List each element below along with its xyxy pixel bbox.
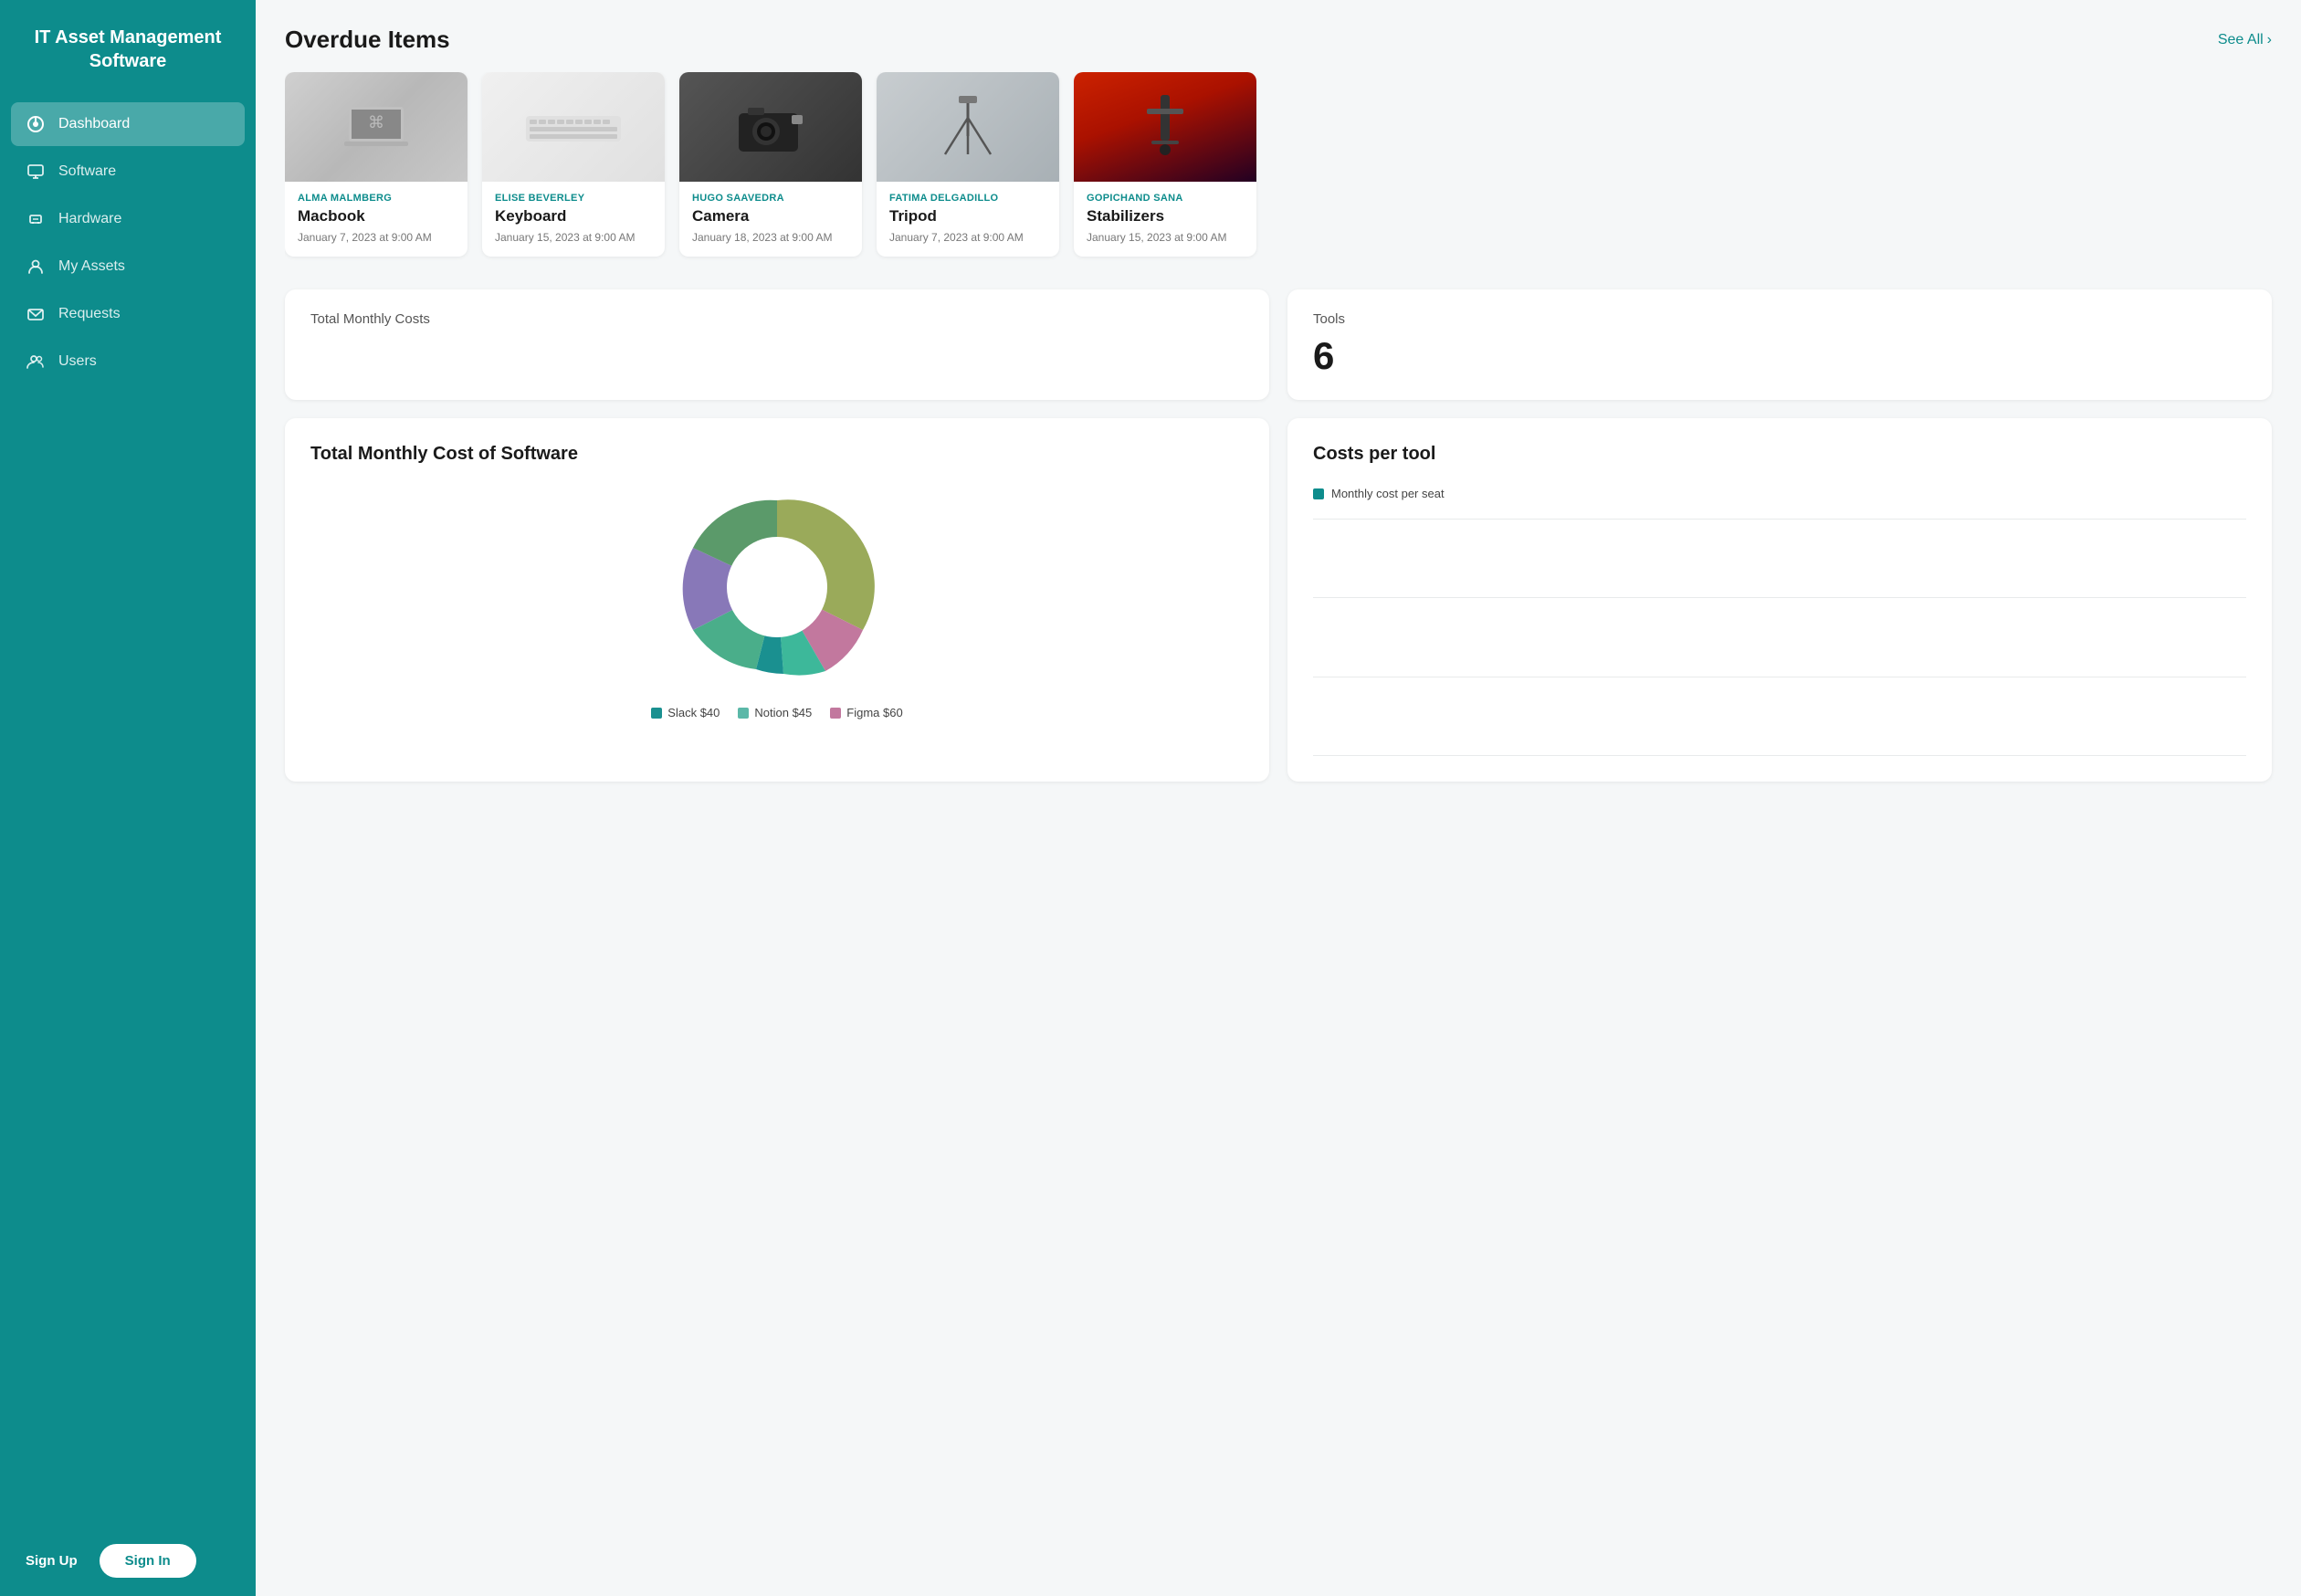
keyboard-owner: ELISE BEVERLEY [495, 193, 652, 204]
svg-text:⌘: ⌘ [368, 113, 384, 131]
signup-button[interactable]: Sign Up [15, 1546, 89, 1576]
bar-chart-legend: Monthly cost per seat [1313, 487, 2246, 500]
stabilizer-name: Stabilizers [1087, 207, 1244, 226]
keyboard-image [482, 72, 665, 182]
slack-color-dot [651, 708, 662, 719]
sidebar-item-software[interactable]: Software [11, 150, 245, 194]
overdue-card-camera[interactable]: HUGO SAAVEDRA Camera January 18, 2023 at… [679, 72, 862, 257]
monthly-costs-label: Total Monthly Costs [310, 311, 1244, 327]
sidebar-label-hardware: Hardware [58, 211, 121, 227]
main-content: Overdue Items See All › ⌘ ALMA MALMBERG … [256, 0, 2301, 1596]
person-icon [26, 257, 46, 277]
sidebar-label-my-assets: My Assets [58, 258, 125, 275]
notion-legend-label: Notion $45 [754, 706, 812, 719]
overdue-card-macbook[interactable]: ⌘ ALMA MALMBERG Macbook January 7, 2023 … [285, 72, 468, 257]
stabilizer-owner: GOPICHAND SANA [1087, 193, 1244, 204]
legend-figma: Figma $60 [830, 706, 902, 719]
donut-chart [310, 487, 1244, 688]
sidebar-item-requests[interactable]: Requests [11, 292, 245, 336]
grid-line-2 [1313, 597, 2246, 598]
tripod-name: Tripod [889, 207, 1046, 226]
overdue-cards-container: ⌘ ALMA MALMBERG Macbook January 7, 2023 … [285, 72, 2272, 264]
sidebar-item-users[interactable]: Users [11, 340, 245, 383]
keyboard-card-body: ELISE BEVERLEY Keyboard January 15, 2023… [482, 182, 665, 257]
monitor-icon [26, 162, 46, 182]
camera-date: January 18, 2023 at 9:00 AM [692, 231, 849, 244]
sidebar-item-dashboard[interactable]: Dashboard [11, 102, 245, 146]
macbook-image: ⌘ [285, 72, 468, 182]
sidebar-footer: Sign Up Sign In [0, 1526, 256, 1596]
camera-name: Camera [692, 207, 849, 226]
tools-value: 6 [1313, 334, 2246, 378]
overdue-card-tripod[interactable]: FATIMA DELGADILLO Tripod January 7, 2023… [877, 72, 1059, 257]
stabilizer-date: January 15, 2023 at 9:00 AM [1087, 231, 1244, 244]
sidebar-label-requests: Requests [58, 306, 121, 322]
figma-legend-label: Figma $60 [846, 706, 902, 719]
software-chart-title: Total Monthly Cost of Software [310, 444, 1244, 465]
signin-button[interactable]: Sign In [100, 1544, 196, 1578]
app-title: IT Asset Management Software [0, 0, 256, 95]
keyboard-date: January 15, 2023 at 9:00 AM [495, 231, 652, 244]
dashboard-icon [26, 114, 46, 134]
tripod-card-body: FATIMA DELGADILLO Tripod January 7, 2023… [877, 182, 1059, 257]
notion-color-dot [738, 708, 749, 719]
grid-line-4 [1313, 755, 2246, 756]
overdue-card-stabilizers[interactable]: GOPICHAND SANA Stabilizers January 15, 2… [1074, 72, 1256, 257]
tripod-owner: FATIMA DELGADILLO [889, 193, 1046, 204]
slack-legend-label: Slack $40 [667, 706, 720, 719]
macbook-owner: ALMA MALMBERG [298, 193, 455, 204]
widget-tools: Tools 6 [1287, 289, 2272, 400]
tools-label: Tools [1313, 311, 2246, 327]
sidebar-nav: Dashboard Software [0, 95, 256, 1526]
sidebar-item-my-assets[interactable]: My Assets [11, 245, 245, 289]
bar-chart-area [1313, 519, 2246, 756]
camera-owner: HUGO SAAVEDRA [692, 193, 849, 204]
costs-per-tool-chart-card: Costs per tool Monthly cost per seat [1287, 418, 2272, 782]
stabilizer-card-body: GOPICHAND SANA Stabilizers January 15, 2… [1074, 182, 1256, 257]
mail-icon [26, 304, 46, 324]
donut-legend: Slack $40 Notion $45 Figma $60 [310, 706, 1244, 719]
bar-grid-lines [1313, 519, 2246, 756]
software-cost-chart-card: Total Monthly Cost of Software [285, 418, 1269, 782]
grid-line-1 [1313, 519, 2246, 520]
sidebar-label-users: Users [58, 353, 97, 370]
macbook-card-body: ALMA MALMBERG Macbook January 7, 2023 at… [285, 182, 468, 257]
sidebar: IT Asset Management Software Dashboard [0, 0, 256, 1596]
macbook-date: January 7, 2023 at 9:00 AM [298, 231, 455, 244]
overdue-title: Overdue Items [285, 26, 450, 54]
sidebar-label-dashboard: Dashboard [58, 116, 130, 132]
widgets-row: Total Monthly Costs Tools 6 [285, 289, 2272, 400]
sidebar-label-software: Software [58, 163, 116, 180]
sidebar-item-hardware[interactable]: Hardware [11, 197, 245, 241]
see-all-link[interactable]: See All › [2218, 32, 2272, 48]
camera-card-body: HUGO SAAVEDRA Camera January 18, 2023 at… [679, 182, 862, 257]
tripod-date: January 7, 2023 at 9:00 AM [889, 231, 1046, 244]
users-icon [26, 352, 46, 372]
macbook-name: Macbook [298, 207, 455, 226]
legend-slack: Slack $40 [651, 706, 720, 719]
stabilizer-image [1074, 72, 1256, 182]
overdue-header: Overdue Items See All › [285, 26, 2272, 54]
widget-monthly-costs: Total Monthly Costs [285, 289, 1269, 400]
charts-row: Total Monthly Cost of Software [285, 418, 2272, 782]
figma-color-dot [830, 708, 841, 719]
bar-legend-label: Monthly cost per seat [1331, 487, 1445, 500]
hardware-icon [26, 209, 46, 229]
tripod-image [877, 72, 1059, 182]
camera-image [679, 72, 862, 182]
bar-chart-title: Costs per tool [1313, 444, 2246, 465]
overdue-card-keyboard[interactable]: ELISE BEVERLEY Keyboard January 15, 2023… [482, 72, 665, 257]
keyboard-name: Keyboard [495, 207, 652, 226]
bar-legend-dot [1313, 488, 1324, 499]
legend-notion: Notion $45 [738, 706, 812, 719]
